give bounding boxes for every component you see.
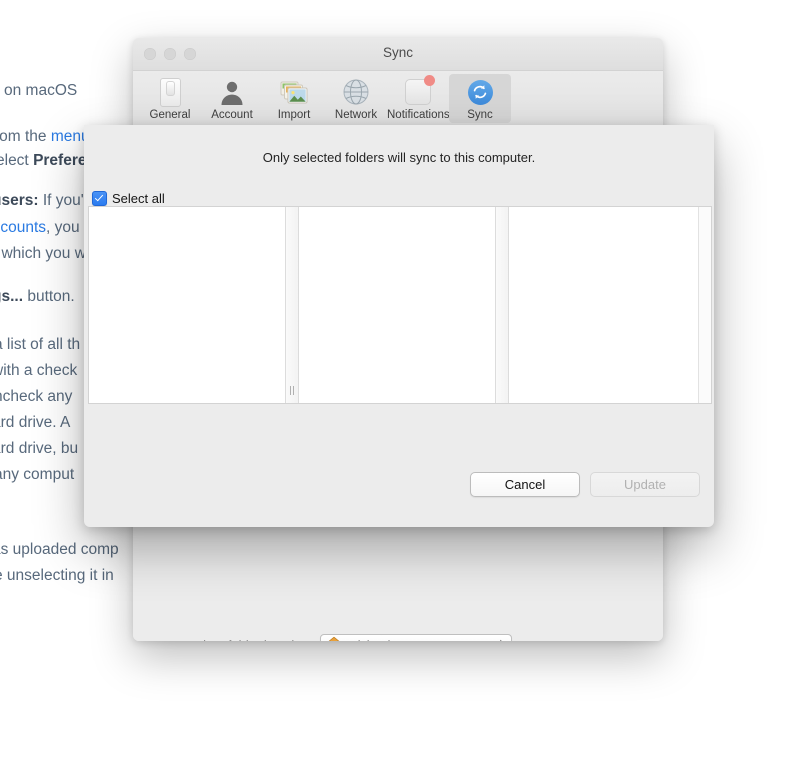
chevron-updown-icon: ▲▼ <box>496 638 505 642</box>
sync-refresh-icon <box>449 77 511 107</box>
person-silhouette-icon <box>201 77 263 107</box>
article-bold: Prefere <box>33 152 87 169</box>
folder-column-browser[interactable] <box>88 206 712 404</box>
article-text: rom the <box>0 128 47 145</box>
toolbar-item-network[interactable]: Network <box>325 74 387 123</box>
window-titlebar: Sync <box>133 38 663 71</box>
article-text: elect <box>0 152 29 169</box>
article-line: gs... button. <box>0 284 75 310</box>
toolbar-item-account[interactable]: Account <box>201 74 263 123</box>
toolbar-item-import[interactable]: Import <box>263 74 325 123</box>
article-line: ard drive, bu <box>0 436 78 462</box>
article-text: with a check <box>0 362 78 379</box>
article-text: as uploaded comp <box>0 541 119 558</box>
toolbar-item-notifications[interactable]: Notifications <box>387 74 450 123</box>
browser-column-1[interactable] <box>89 207 285 403</box>
folder-location-popup-button[interactable]: Michael ▲▼ <box>320 634 513 642</box>
article-bold: gs... <box>0 288 24 305</box>
dropbox-folder-location-row: Dropbox folder location: Michael ▲▼ <box>175 634 513 642</box>
article-line: with a check <box>0 358 77 384</box>
article-bottom-nav: WS <box>0 660 800 730</box>
browser-scrollbar[interactable] <box>698 207 711 403</box>
update-button: Update <box>590 472 700 497</box>
article-text: If you' <box>38 192 84 209</box>
home-folder-icon <box>327 636 341 641</box>
folder-location-label: Dropbox folder location: <box>175 638 312 641</box>
article-line: users: If you' <box>0 188 84 214</box>
column-resize-handle-1[interactable] <box>285 207 299 403</box>
article-bold: users: <box>0 192 39 209</box>
article-line: accounts, you <box>0 215 80 241</box>
article-line: a list of all th <box>0 332 80 358</box>
screen-root: on macOS rom the menu elect Prefere user… <box>0 0 800 778</box>
article-line: as uploaded comp <box>0 537 119 563</box>
article-line: e unselecting it in <box>0 563 114 589</box>
article-line: ard drive. A <box>0 410 70 436</box>
article-line: elect Prefere <box>0 148 87 174</box>
toolbar-label: Sync <box>467 109 493 121</box>
toolbar-label: Import <box>277 109 311 121</box>
toolbar-item-sync[interactable]: Sync <box>449 74 511 123</box>
article-text: , you <box>46 219 80 236</box>
article-text: ncheck any <box>0 388 73 405</box>
article-text: ard drive, bu <box>0 440 79 457</box>
browser-column-3[interactable] <box>509 207 698 403</box>
toolbar-label: Account <box>211 109 253 121</box>
article-line: rom the menu <box>0 124 90 150</box>
sheet-message: Only selected folders will sync to this … <box>262 150 536 165</box>
select-all-label: Select all <box>112 191 165 206</box>
selective-sync-sheet: Only selected folders will sync to this … <box>84 125 714 527</box>
article-text: ard drive. A <box>0 414 71 431</box>
resize-grip-icon <box>290 386 294 395</box>
article-text: button. <box>23 288 75 305</box>
article-text: a list of all th <box>0 336 81 353</box>
globe-icon <box>325 77 387 107</box>
column-resize-handle-2[interactable] <box>495 207 509 403</box>
browser-column-2[interactable] <box>299 207 495 403</box>
folder-location-value: Michael <box>347 639 390 642</box>
article-text: r which you w <box>0 245 86 262</box>
article-line: on macOS <box>4 78 77 104</box>
toolbar-label: Network <box>334 109 378 121</box>
sheet-button-bar: Cancel Update <box>470 472 700 497</box>
toolbar-label: Notifications <box>387 109 450 121</box>
stacked-photos-icon <box>263 77 325 107</box>
light-switch-icon <box>139 77 201 107</box>
toolbar-item-general[interactable]: General <box>139 74 201 123</box>
article-text: on macOS <box>4 82 78 99</box>
select-all-row[interactable]: Select all <box>92 191 165 206</box>
notification-badge-icon <box>387 75 449 107</box>
toolbar-label: General <box>149 109 191 121</box>
article-text: any comput <box>0 466 75 483</box>
article-text: e unselecting it in <box>0 567 114 584</box>
article-line: r which you w <box>0 241 86 267</box>
cancel-button[interactable]: Cancel <box>470 472 580 497</box>
article-link-accounts[interactable]: accounts <box>0 219 46 236</box>
select-all-checkbox[interactable] <box>92 191 107 206</box>
article-line: ncheck any <box>0 384 72 410</box>
article-line: any comput <box>0 462 74 488</box>
window-title: Sync <box>382 45 413 60</box>
